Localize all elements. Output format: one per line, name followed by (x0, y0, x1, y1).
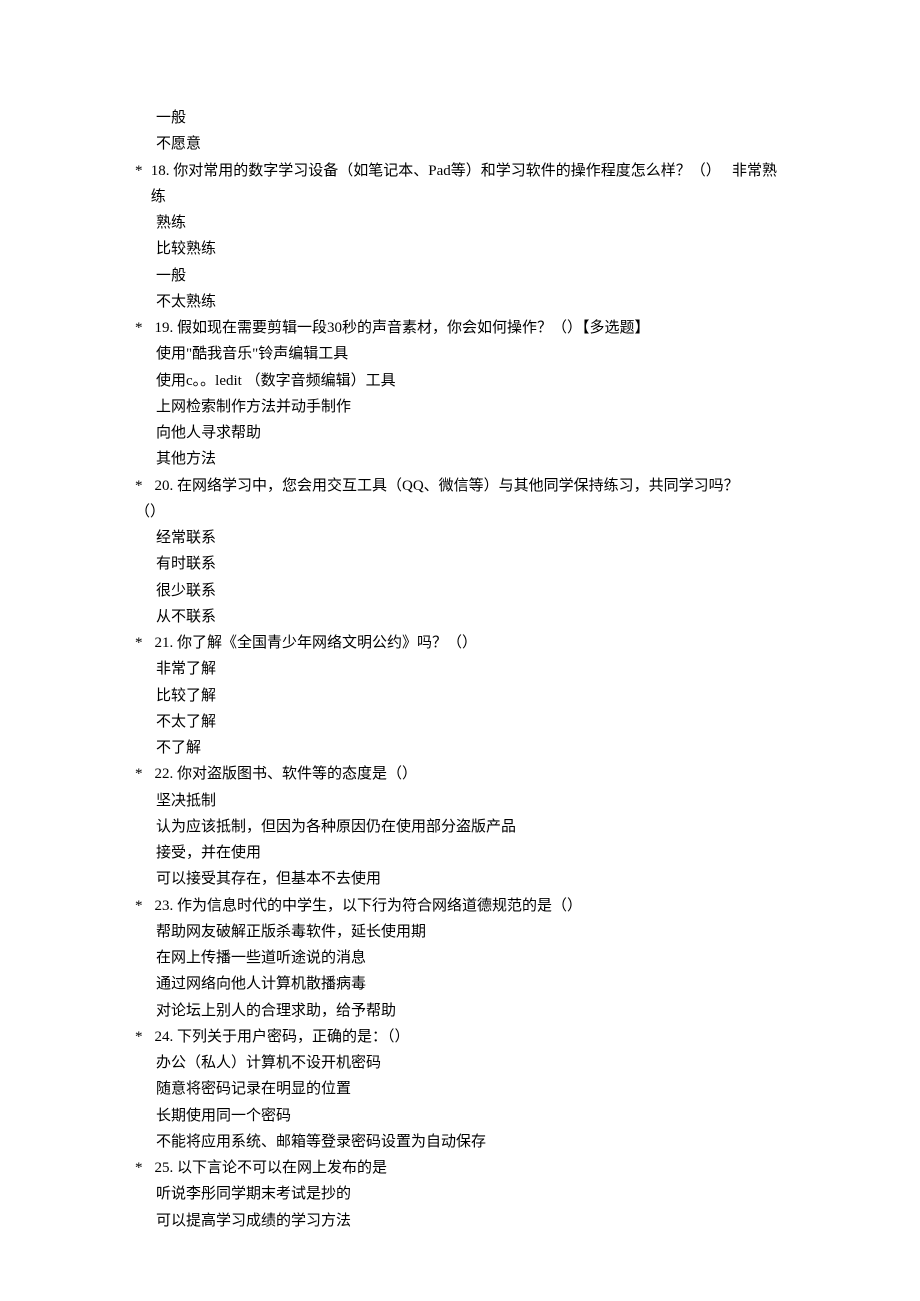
question-22: * 22. 你对盗版图书、软件等的态度是（） (135, 761, 785, 787)
option-text: 上网检索制作方法并动手制作 (135, 394, 785, 420)
option-text: 通过网络向他人计算机散播病毒 (135, 971, 785, 997)
option-text: 随意将密码记录在明显的位置 (135, 1076, 785, 1102)
option-text: 对论坛上别人的合理求助，给予帮助 (135, 998, 785, 1024)
question-text: 18. 你对常用的数字学习设备（如笔记本、Pad等）和学习软件的操作程度怎么样？… (151, 163, 777, 205)
option-text: 不了解 (135, 735, 785, 761)
question-21: * 21. 你了解《全国青少年网络文明公约》吗？（） (135, 630, 785, 656)
option-text: 很少联系 (135, 578, 785, 604)
option-text: 在网上传播一些道听途说的消息 (135, 945, 785, 971)
option-text: 认为应该抵制，但因为各种原因仍在使用部分盗版产品 (135, 814, 785, 840)
required-marker: * (135, 315, 151, 341)
question-text-wrapper: 19. 假如现在需要剪辑一段30秒的声音素材，你会如何操作？（）【多选题】 (151, 315, 785, 341)
question-text-wrapper: 20. 在网络学习中，您会用交互工具（QQ、微信等）与其他同学保持练习，共同学习… (151, 473, 785, 499)
question-text: 23. 作为信息时代的中学生，以下行为符合网络道德规范的是（） (151, 898, 582, 914)
question-text: 20. 在网络学习中，您会用交互工具（QQ、微信等）与其他同学保持练习，共同学习… (151, 478, 739, 494)
question-text-continuation: （） (135, 499, 785, 525)
option-text: 使用c。。ledit （数字音频编辑）工具 (135, 368, 785, 394)
question-text: 22. 你对盗版图书、软件等的态度是（） (151, 766, 417, 782)
option-text: 可以接受其存在，但基本不去使用 (135, 866, 785, 892)
question-25: * 25. 以下言论不可以在网上发布的是 (135, 1155, 785, 1181)
question-24: * 24. 下列关于用户密码，正确的是：（） (135, 1024, 785, 1050)
option-text: 不太熟练 (135, 289, 785, 315)
option-text: 不太了解 (135, 709, 785, 735)
option-text: 比较熟练 (135, 236, 785, 262)
question-text: 21. 你了解《全国青少年网络文明公约》吗？（） (151, 635, 477, 651)
option-text: 熟练 (135, 210, 785, 236)
question-text-wrapper: 18. 你对常用的数字学习设备（如笔记本、Pad等）和学习软件的操作程度怎么样？… (151, 158, 785, 211)
question-18: *18. 你对常用的数字学习设备（如笔记本、Pad等）和学习软件的操作程度怎么样… (135, 158, 785, 211)
question-text-wrapper: 21. 你了解《全国青少年网络文明公约》吗？（） (151, 630, 785, 656)
option-text: 听说李彤同学期末考试是抄的 (135, 1181, 785, 1207)
option-text: 其他方法 (135, 446, 785, 472)
option-text: 不愿意 (135, 131, 785, 157)
question-text-wrapper: 23. 作为信息时代的中学生，以下行为符合网络道德规范的是（） (151, 893, 785, 919)
required-marker: * (135, 1155, 151, 1181)
option-text: 坚决抵制 (135, 788, 785, 814)
required-marker: * (135, 630, 151, 656)
option-text: 一般 (135, 105, 785, 131)
question-19: * 19. 假如现在需要剪辑一段30秒的声音素材，你会如何操作？（）【多选题】 (135, 315, 785, 341)
option-text: 可以提高学习成绩的学习方法 (135, 1208, 785, 1234)
question-text: 19. 假如现在需要剪辑一段30秒的声音素材，你会如何操作？（）【多选题】 (151, 320, 650, 336)
question-text-wrapper: 24. 下列关于用户密码，正确的是：（） (151, 1024, 785, 1050)
option-text: 向他人寻求帮助 (135, 420, 785, 446)
option-text: 不能将应用系统、邮箱等登录密码设置为自动保存 (135, 1129, 785, 1155)
option-text: 帮助网友破解正版杀毒软件，延长使用期 (135, 919, 785, 945)
required-marker: * (135, 473, 151, 499)
option-text: 比较了解 (135, 683, 785, 709)
required-marker: * (135, 893, 151, 919)
question-23: * 23. 作为信息时代的中学生，以下行为符合网络道德规范的是（） (135, 893, 785, 919)
required-marker: * (135, 761, 151, 787)
option-text: 接受，并在使用 (135, 840, 785, 866)
required-marker: * (135, 1024, 151, 1050)
option-text: 一般 (135, 263, 785, 289)
question-text: 24. 下列关于用户密码，正确的是：（） (151, 1029, 410, 1045)
option-text: 办公（私人）计算机不设开机密码 (135, 1050, 785, 1076)
option-text: 使用"酷我音乐"铃声编辑工具 (135, 341, 785, 367)
option-text: 长期使用同一个密码 (135, 1103, 785, 1129)
option-text: 经常联系 (135, 525, 785, 551)
question-text: 25. 以下言论不可以在网上发布的是 (151, 1160, 387, 1176)
option-text: 从不联系 (135, 604, 785, 630)
question-text-wrapper: 25. 以下言论不可以在网上发布的是 (151, 1155, 785, 1181)
required-marker: * (135, 158, 151, 211)
question-text-wrapper: 22. 你对盗版图书、软件等的态度是（） (151, 761, 785, 787)
option-text: 非常了解 (135, 656, 785, 682)
option-text: 有时联系 (135, 551, 785, 577)
question-20: * 20. 在网络学习中，您会用交互工具（QQ、微信等）与其他同学保持练习，共同… (135, 473, 785, 499)
